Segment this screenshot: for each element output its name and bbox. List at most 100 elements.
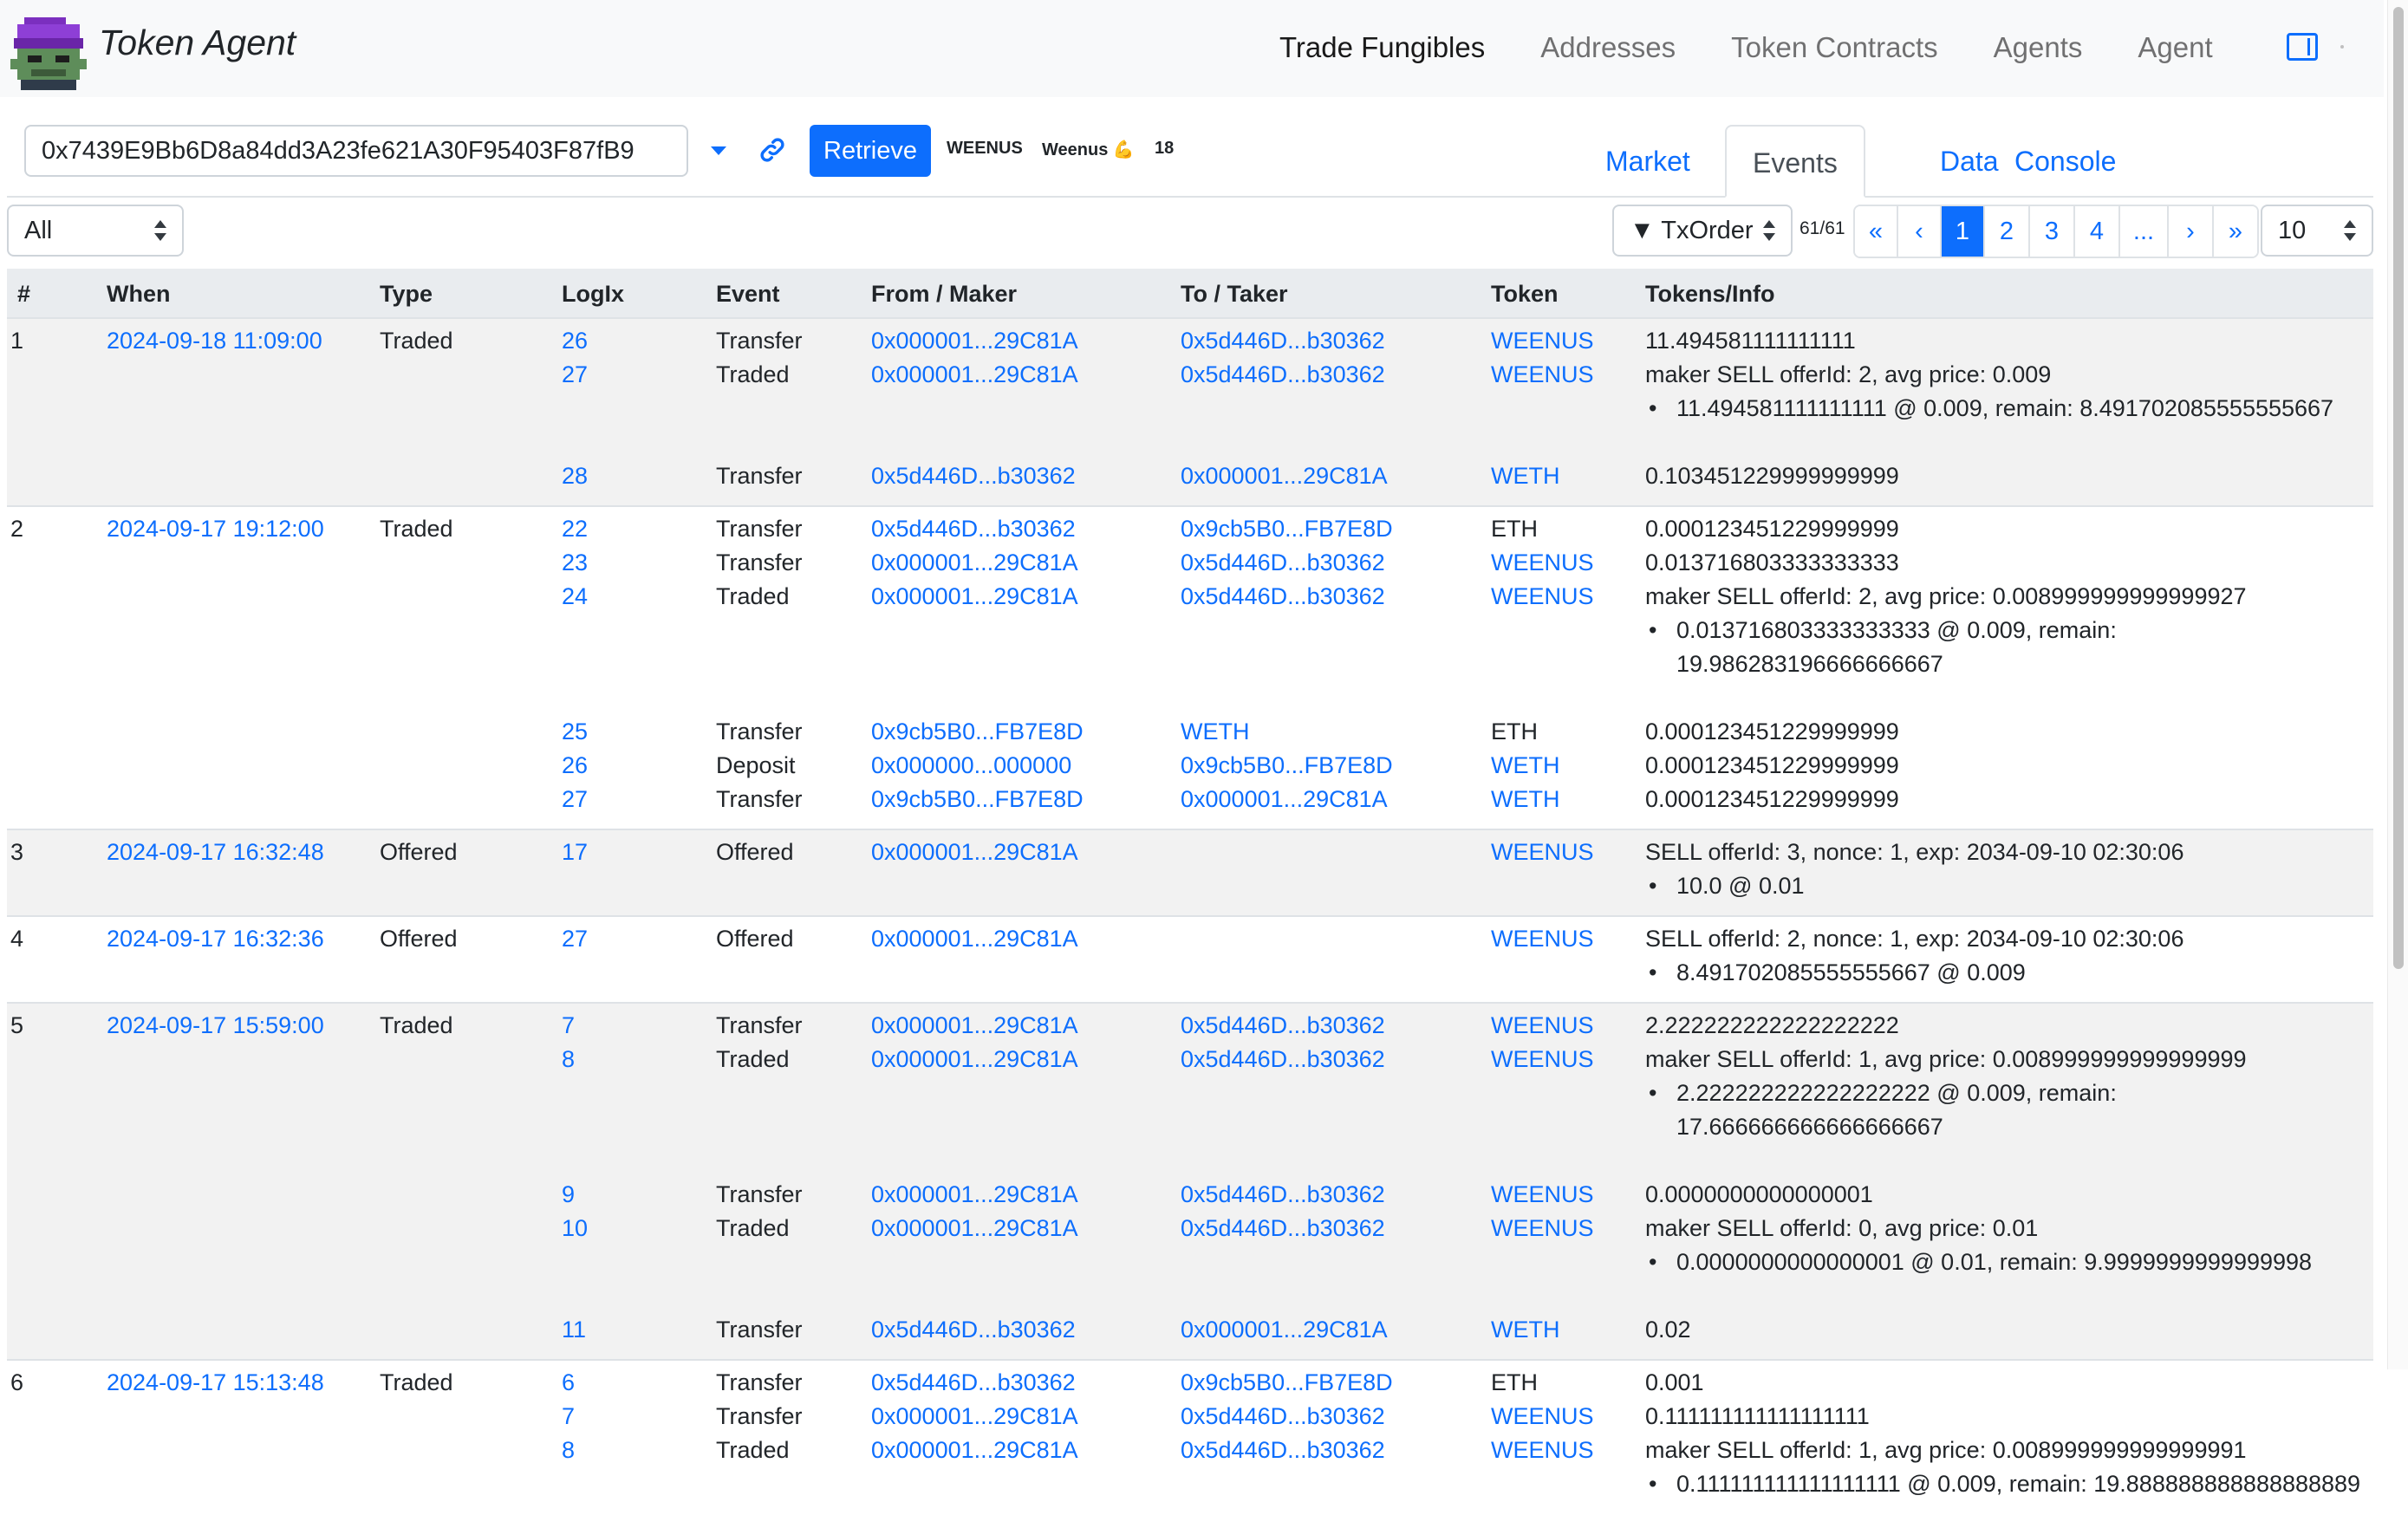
to-address-link[interactable]: 0x5d446D...b30362 — [1181, 1215, 1385, 1242]
from-address-link[interactable]: 0x5d446D...b30362 — [871, 516, 1076, 543]
col-logix[interactable]: LogIx — [562, 281, 624, 308]
to-address-link[interactable]: 0x000001...29C81A — [1181, 1317, 1388, 1343]
from-address-link[interactable]: 0x000001...29C81A — [871, 839, 1078, 866]
to-address-link[interactable]: 0x5d446D...b30362 — [1181, 583, 1385, 610]
logix-link[interactable]: 26 — [562, 752, 588, 779]
logix-link[interactable]: 26 — [562, 328, 588, 354]
row-when-link[interactable]: 2024-09-17 16:32:36 — [107, 926, 324, 953]
to-address-link[interactable]: 0x5d446D...b30362 — [1181, 1403, 1385, 1430]
logix-link[interactable]: 7 — [562, 1403, 575, 1430]
row-when-link[interactable]: 2024-09-17 15:13:48 — [107, 1369, 324, 1396]
col-when[interactable]: When — [107, 281, 171, 308]
to-address-link[interactable]: 0x5d446D...b30362 — [1181, 1437, 1385, 1464]
to-address-link[interactable]: 0x5d446D...b30362 — [1181, 549, 1385, 576]
row-when-link[interactable]: 2024-09-17 15:59:00 — [107, 1012, 324, 1039]
logix-link[interactable]: 28 — [562, 463, 588, 490]
logix-link[interactable]: 7 — [562, 1012, 575, 1039]
logix-link[interactable]: 24 — [562, 583, 588, 610]
token-link[interactable]: WETH — [1491, 752, 1559, 779]
link-icon[interactable] — [758, 135, 787, 165]
from-address-link[interactable]: 0x000001...29C81A — [871, 1181, 1078, 1208]
from-address-link[interactable]: 0x000001...29C81A — [871, 1012, 1078, 1039]
token-link[interactable]: WEENUS — [1491, 1437, 1594, 1464]
logix-link[interactable]: 27 — [562, 926, 588, 953]
to-address-link[interactable]: 0x5d446D...b30362 — [1181, 1046, 1385, 1073]
tab-console[interactable]: Console — [2014, 125, 2116, 198]
page-next[interactable]: › — [2169, 206, 2214, 257]
col-type[interactable]: Type — [380, 281, 433, 308]
tab-market[interactable]: Market — [1605, 125, 1690, 198]
to-address-link[interactable]: 0x9cb5B0...FB7E8D — [1181, 1369, 1393, 1396]
type-filter-select[interactable]: All — [7, 205, 184, 257]
to-address-link[interactable]: 0x000001...29C81A — [1181, 786, 1388, 813]
logix-link[interactable]: 11 — [562, 1317, 586, 1343]
token-link[interactable]: WEENUS — [1491, 1215, 1594, 1242]
token-link[interactable]: WEENUS — [1491, 1046, 1594, 1073]
from-address-link[interactable]: 0x000001...29C81A — [871, 583, 1078, 610]
from-address-link[interactable]: 0x000000...000000 — [871, 752, 1071, 779]
row-when-link[interactable]: 2024-09-18 11:09:00 — [107, 328, 322, 354]
address-input[interactable]: 0x7439E9Bb6D8a84dd3A23fe621A30F95403F87f… — [24, 125, 688, 177]
from-address-link[interactable]: 0x000001...29C81A — [871, 1437, 1078, 1464]
token-link[interactable]: WEENUS — [1491, 361, 1594, 388]
col-token[interactable]: Token — [1491, 281, 1559, 308]
page-3[interactable]: 3 — [2030, 206, 2075, 257]
token-link[interactable]: WEENUS — [1491, 1181, 1594, 1208]
page-ellipsis[interactable]: ... — [2120, 206, 2169, 257]
to-address-link[interactable]: WETH — [1181, 718, 1249, 745]
token-link[interactable]: WEENUS — [1491, 328, 1594, 354]
retrieve-button[interactable]: Retrieve — [810, 125, 931, 177]
token-link[interactable]: WETH — [1491, 786, 1559, 813]
row-when-link[interactable]: 2024-09-17 16:32:48 — [107, 839, 324, 866]
token-link[interactable]: WEENUS — [1491, 839, 1594, 866]
from-address-link[interactable]: 0x000001...29C81A — [871, 549, 1078, 576]
address-dropdown-icon[interactable] — [711, 146, 726, 155]
sidebar-toggle-icon[interactable] — [2287, 33, 2318, 61]
logix-link[interactable]: 27 — [562, 361, 588, 388]
logix-link[interactable]: 25 — [562, 718, 588, 745]
nav-addresses[interactable]: Addresses — [1540, 31, 1676, 64]
col-to[interactable]: To / Taker — [1181, 281, 1288, 308]
to-address-link[interactable]: 0x5d446D...b30362 — [1181, 1181, 1385, 1208]
tab-events[interactable]: Events — [1725, 125, 1865, 198]
nav-agents[interactable]: Agents — [1994, 31, 2083, 64]
token-link[interactable]: WEENUS — [1491, 583, 1594, 610]
row-when-link[interactable]: 2024-09-17 19:12:00 — [107, 516, 324, 543]
from-address-link[interactable]: 0x000001...29C81A — [871, 926, 1078, 953]
page-prev[interactable]: ‹ — [1898, 206, 1942, 257]
nav-agent[interactable]: Agent — [2138, 31, 2212, 64]
to-address-link[interactable]: 0x5d446D...b30362 — [1181, 361, 1385, 388]
logix-link[interactable]: 8 — [562, 1046, 575, 1073]
logix-link[interactable]: 10 — [562, 1215, 588, 1242]
col-info[interactable]: Tokens/Info — [1645, 281, 1775, 308]
token-link[interactable]: WEENUS — [1491, 1012, 1594, 1039]
logix-link[interactable]: 22 — [562, 516, 588, 543]
nav-trade-fungibles[interactable]: Trade Fungibles — [1279, 31, 1485, 64]
to-address-link[interactable]: 0x000001...29C81A — [1181, 463, 1388, 490]
token-link[interactable]: WEENUS — [1491, 549, 1594, 576]
app-title[interactable]: Token Agent — [99, 23, 296, 63]
page-4[interactable]: 4 — [2075, 206, 2120, 257]
token-link[interactable]: WEENUS — [1491, 926, 1594, 953]
to-address-link[interactable]: 0x5d446D...b30362 — [1181, 1012, 1385, 1039]
logix-link[interactable]: 17 — [562, 839, 588, 866]
token-link[interactable]: WEENUS — [1491, 1403, 1594, 1430]
token-link[interactable]: WETH — [1491, 1317, 1559, 1343]
to-address-link[interactable]: 0x9cb5B0...FB7E8D — [1181, 516, 1393, 543]
from-address-link[interactable]: 0x5d446D...b30362 — [871, 1369, 1076, 1396]
page-scrollbar[interactable] — [2387, 0, 2408, 1369]
scrollbar-thumb[interactable] — [2393, 7, 2404, 969]
from-address-link[interactable]: 0x9cb5B0...FB7E8D — [871, 786, 1084, 813]
from-address-link[interactable]: 0x5d446D...b30362 — [871, 1317, 1076, 1343]
page-1[interactable]: 1 — [1942, 206, 1985, 257]
col-from[interactable]: From / Maker — [871, 281, 1017, 308]
app-logo-icon[interactable] — [7, 17, 90, 90]
nav-token-contracts[interactable]: Token Contracts — [1731, 31, 1937, 64]
from-address-link[interactable]: 0x9cb5B0...FB7E8D — [871, 718, 1084, 745]
from-address-link[interactable]: 0x000001...29C81A — [871, 361, 1078, 388]
logix-link[interactable]: 6 — [562, 1369, 575, 1396]
tab-data[interactable]: Data — [1940, 125, 1999, 198]
col-num[interactable]: # — [17, 281, 30, 308]
from-address-link[interactable]: 0x000001...29C81A — [871, 1046, 1078, 1073]
logix-link[interactable]: 9 — [562, 1181, 575, 1208]
